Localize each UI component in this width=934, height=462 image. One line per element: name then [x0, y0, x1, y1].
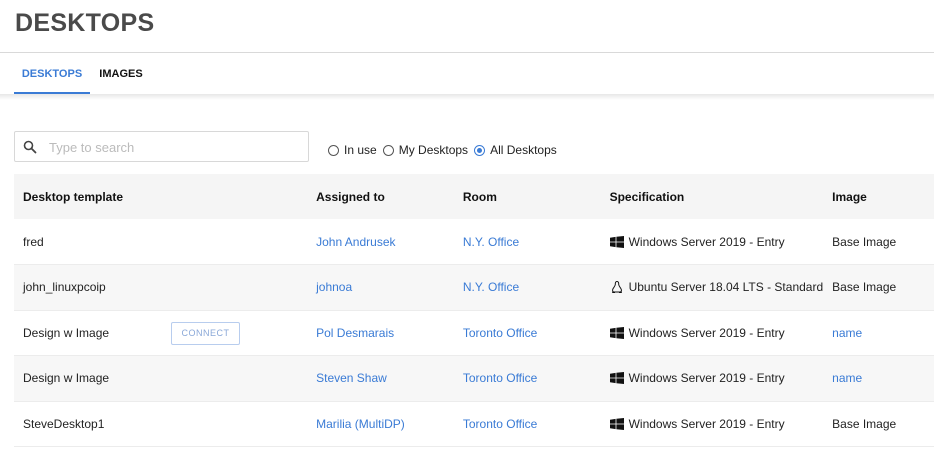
cell-specification: Windows Server 2019 - Entry [600, 355, 824, 402]
search-box [14, 131, 309, 162]
room-link[interactable]: N.Y. Office [463, 235, 519, 249]
assigned-user-link[interactable]: johnoa [316, 280, 352, 294]
cell-room: N.Y. Office [453, 219, 601, 265]
cell-room: N.Y. Office [453, 264, 601, 311]
tab-bar-shadow [0, 94, 934, 100]
image-link[interactable]: name [832, 326, 862, 340]
windows-icon [609, 372, 624, 385]
cell-specification: Windows Server 2019 - Entry [600, 219, 824, 265]
cell-specification: Windows Server 2019 - Entry [600, 401, 824, 447]
radio-my-desktops[interactable] [382, 144, 394, 156]
specification-text: Ubuntu Server 18.04 LTS - Standard [628, 280, 824, 295]
connect-button[interactable]: CONNECT [171, 321, 240, 345]
desktops-table: Desktop template Assigned to Room Specif… [14, 174, 934, 447]
room-link[interactable]: N.Y. Office [463, 280, 519, 294]
table-row[interactable]: fred John Andrusek N.Y. Office Windows S… [14, 219, 934, 265]
title-divider [0, 52, 934, 53]
cell-image: name [823, 310, 934, 356]
table-row[interactable]: john_linuxpcoip johnoa N.Y. Office Ubunt… [14, 264, 934, 311]
tab-desktops[interactable]: DESKTOPS [14, 54, 90, 94]
room-link[interactable]: Toronto Office [463, 326, 537, 340]
cell-room: Toronto Office [453, 401, 601, 447]
room-link[interactable]: Toronto Office [463, 371, 537, 385]
column-header-specification[interactable]: Specification [600, 174, 824, 219]
filter-radio-group: In use My Desktops All Desktops [328, 142, 563, 158]
cell-template: fred [14, 219, 308, 265]
windows-icon [609, 417, 624, 430]
specification-text: Windows Server 2019 - Entry [628, 416, 785, 431]
cell-template: Design w Image [14, 355, 308, 402]
cell-image: Base Image [823, 401, 934, 447]
tab-bar: DESKTOPS IMAGES [0, 54, 934, 94]
table-row[interactable]: SteveDesktop1 Marilia (MultiDP) Toronto … [14, 401, 934, 447]
tab-images[interactable]: IMAGES [98, 54, 144, 94]
image-link[interactable]: name [832, 371, 862, 385]
specification-text: Windows Server 2019 - Entry [628, 234, 785, 249]
radio-all-desktops-label[interactable]: All Desktops [490, 143, 557, 157]
radio-in-use[interactable] [328, 144, 339, 156]
assigned-user-link[interactable]: John Andrusek [316, 235, 395, 249]
table-header-row: Desktop template Assigned to Room Specif… [14, 174, 934, 219]
column-header-image[interactable]: Image [823, 174, 934, 219]
column-header-room[interactable]: Room [453, 174, 601, 219]
cell-assigned: John Andrusek [307, 219, 454, 265]
radio-in-use-label[interactable]: In use [344, 143, 377, 157]
cell-specification: Ubuntu Server 18.04 LTS - Standard [600, 264, 824, 311]
room-link[interactable]: Toronto Office [463, 417, 537, 431]
cell-assigned: Marilia (MultiDP) [307, 401, 454, 447]
cell-assigned: johnoa [307, 264, 454, 311]
search-icon [23, 140, 37, 154]
assigned-user-link[interactable]: Marilia (MultiDP) [316, 417, 405, 431]
linux-icon [611, 281, 622, 294]
page-title: DESKTOPS [15, 9, 155, 37]
radio-my-desktops-label[interactable]: My Desktops [399, 143, 468, 157]
column-header-template[interactable]: Desktop template [14, 174, 308, 219]
search-input[interactable] [49, 136, 299, 158]
specification-text: Windows Server 2019 - Entry [628, 371, 785, 386]
cell-assigned: Steven Shaw [307, 355, 454, 402]
template-name: Design w Image [23, 325, 110, 340]
assigned-user-link[interactable]: Pol Desmarais [316, 326, 394, 340]
cell-template: Design w Image CONNECT [14, 310, 308, 356]
cell-room: Toronto Office [453, 310, 601, 356]
cell-template: john_linuxpcoip [14, 264, 308, 311]
windows-icon [609, 326, 624, 339]
specification-text: Windows Server 2019 - Entry [628, 325, 785, 340]
cell-room: Toronto Office [453, 355, 601, 402]
cell-specification: Windows Server 2019 - Entry [600, 310, 824, 356]
column-header-assigned[interactable]: Assigned to [307, 174, 454, 219]
cell-template: SteveDesktop1 [14, 401, 308, 447]
cell-image: Base Image [823, 219, 934, 265]
cell-image: Base Image [823, 264, 934, 311]
radio-all-desktops[interactable] [474, 144, 486, 156]
assigned-user-link[interactable]: Steven Shaw [316, 371, 387, 385]
cell-image: name [823, 355, 934, 402]
table-row[interactable]: Design w Image Steven Shaw Toronto Offic… [14, 355, 934, 402]
cell-assigned: Pol Desmarais [307, 310, 454, 356]
table-row[interactable]: Design w Image CONNECT Pol Desmarais Tor… [14, 310, 934, 356]
windows-icon [609, 235, 624, 248]
